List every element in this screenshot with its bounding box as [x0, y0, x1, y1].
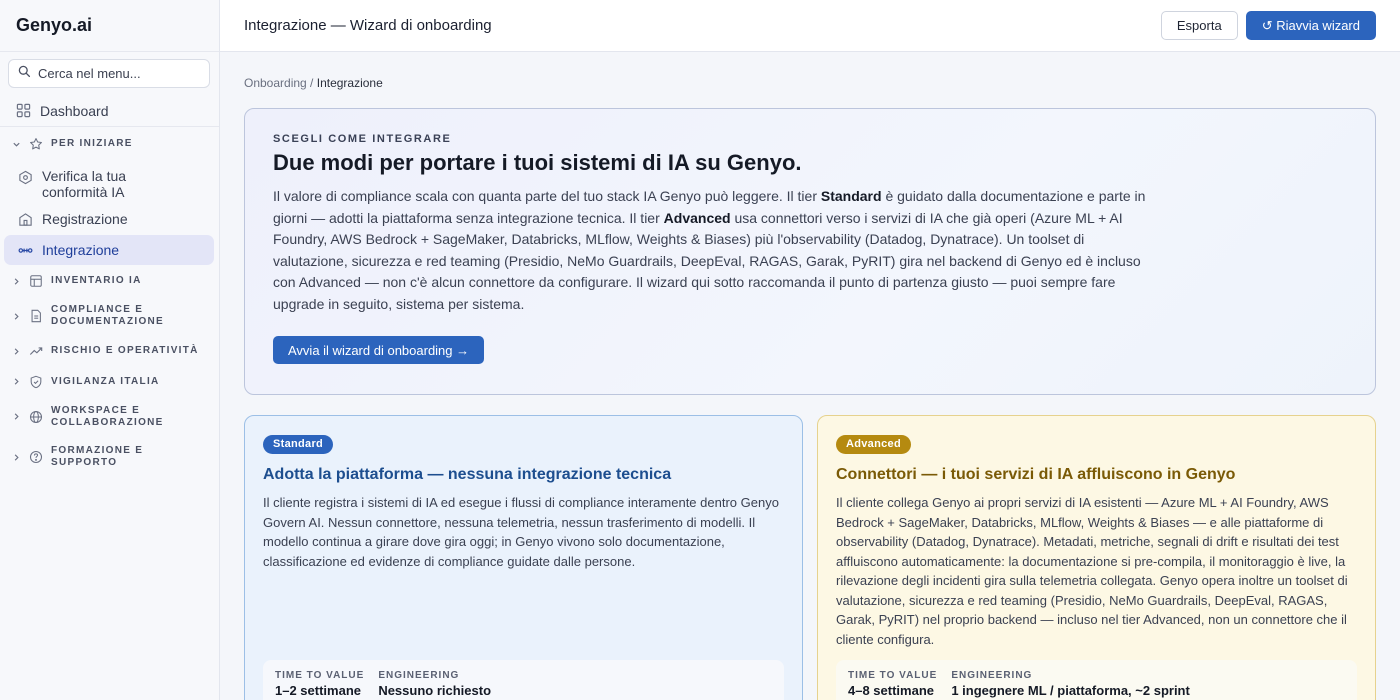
menu-search[interactable]: [8, 59, 210, 88]
sidebar-item-registrazione[interactable]: Registrazione: [0, 203, 219, 235]
card-title: Adotta la piattaforma — nessuna integraz…: [263, 466, 672, 483]
hero-title: Due modi per portare i tuoi sistemi di I…: [273, 150, 802, 175]
stat-label: TIME TO VALUE: [848, 670, 938, 681]
start-wizard-button[interactable]: Avvia il wizard di onboarding →: [273, 336, 485, 364]
integration-hero: SCEGLI COME INTEGRARE Due modi per porta…: [244, 108, 1376, 395]
breadcrumb-parent[interactable]: Onboarding: [244, 76, 307, 90]
chevron-right-icon: [12, 412, 21, 421]
section-vigilanza[interactable]: VIGILANZA ITALIA: [0, 367, 219, 396]
search-input[interactable]: [38, 66, 198, 81]
chevron-right-icon: [12, 347, 21, 356]
search-icon: [18, 65, 31, 83]
grid-icon: [16, 103, 31, 118]
engineering-stat: ENGINEERING Nessuno richiesto: [378, 670, 491, 700]
topbar: Integrazione — Wizard di onboarding Espo…: [220, 0, 1400, 52]
hero-description: Il valore di compliance scala con quanta…: [273, 188, 1146, 312]
table-icon: [29, 274, 43, 288]
section-label: RISCHIO E OPERATIVITÀ: [51, 345, 199, 356]
chevron-right-icon: [12, 453, 21, 462]
chevron-down-icon: [12, 140, 21, 149]
tier-cards: Standard Adotta la piattaforma — nessuna…: [244, 415, 1376, 700]
sidebar-item-label: Integrazione: [42, 242, 120, 258]
sidebar-nav: Dashboard PER INIZIARE Verifica la tua c…: [0, 97, 219, 477]
shield-check-icon: [18, 170, 33, 185]
section-inventario[interactable]: INVENTARIO IA: [0, 265, 219, 297]
stat-value: 1 ingegnere ML / piattaforma, ~2 sprint: [951, 683, 1190, 698]
stat-label: ENGINEERING: [951, 670, 1033, 681]
card-description: Il cliente collega Genyo ai propri servi…: [836, 495, 1348, 647]
advanced-tier-card[interactable]: Advanced Connettori — i tuoi servizi di …: [817, 415, 1376, 700]
page-title: Integrazione — Wizard di onboarding: [244, 17, 492, 34]
sidebar-item-integrazione[interactable]: Integrazione: [4, 235, 214, 265]
standard-tier-card[interactable]: Standard Adotta la piattaforma — nessuna…: [244, 415, 803, 700]
breadcrumb: Onboarding / Integrazione: [244, 76, 1376, 92]
document-icon: [29, 309, 43, 323]
star-icon: [29, 137, 43, 151]
section-label: VIGILANZA ITALIA: [51, 375, 160, 387]
sidebar: Genyo.ai Dashboard PER INIZIARE: [0, 0, 220, 700]
building-icon: [18, 212, 33, 227]
export-button[interactable]: Esporta: [1160, 11, 1238, 40]
card-stats: TIME TO VALUE 1–2 settimane ENGINEERING …: [263, 660, 784, 700]
sidebar-item-label: Dashboard: [40, 102, 109, 119]
card-title: Connettori — i tuoi servizi di IA afflui…: [836, 466, 1236, 483]
time-to-value-stat: TIME TO VALUE 1–2 settimane: [275, 670, 364, 700]
breadcrumb-separator: /: [306, 76, 317, 90]
section-rischio[interactable]: RISCHIO E OPERATIVITÀ: [0, 335, 219, 367]
section-formazione[interactable]: FORMAZIONE E SUPPORTO: [0, 437, 219, 477]
stat-value: Nessuno richiesto: [378, 683, 492, 698]
card-stats: TIME TO VALUE 4–8 settimane ENGINEERING …: [836, 660, 1357, 700]
link-icon: [18, 243, 33, 258]
section-per-iniziare[interactable]: PER INIZIARE: [0, 127, 219, 161]
time-to-value-stat: TIME TO VALUE 4–8 settimane: [848, 670, 937, 700]
engineering-stat: ENGINEERING 1 ingegnere ML / piattaforma…: [951, 670, 1190, 700]
stat-label: ENGINEERING: [378, 670, 460, 681]
chevron-right-icon: [12, 312, 21, 321]
section-label: PER INIZIARE: [51, 138, 133, 149]
stat-value: 4–8 settimane: [848, 683, 934, 698]
section-compliance[interactable]: COMPLIANCE E DOCUMENTAZIONE: [0, 297, 219, 335]
sidebar-item-label: Registrazione: [42, 211, 128, 227]
chevron-right-icon: [12, 277, 21, 286]
chevron-right-icon: [12, 377, 21, 386]
shield-icon: [29, 375, 43, 389]
hero-eyebrow: SCEGLI COME INTEGRARE: [273, 133, 452, 145]
brand-logo[interactable]: Genyo.ai: [0, 0, 219, 52]
section-label: WORKSPACE E COLLABORAZIONE: [51, 404, 164, 428]
section-label: COMPLIANCE E DOCUMENTAZIONE: [51, 304, 165, 327]
standard-badge: Standard: [263, 435, 334, 454]
section-label: FORMAZIONE E SUPPORTO: [51, 445, 144, 468]
help-icon: [29, 450, 43, 464]
restart-wizard-button[interactable]: ↺ Riavvia wizard: [1245, 11, 1376, 40]
globe-icon: [29, 410, 43, 424]
section-label: INVENTARIO IA: [51, 275, 142, 286]
stat-label: TIME TO VALUE: [275, 670, 365, 681]
sidebar-item-dashboard[interactable]: Dashboard: [0, 97, 219, 127]
main-content: Onboarding / Integrazione SCEGLI COME IN…: [244, 52, 1376, 700]
sidebar-item-verifica[interactable]: Verifica la tua conformità IA: [0, 161, 219, 203]
sidebar-item-label: Verifica la tua conformità IA: [42, 168, 127, 200]
stat-value: 1–2 settimane: [275, 683, 361, 698]
trend-icon: [29, 344, 43, 358]
section-workspace[interactable]: WORKSPACE E COLLABORAZIONE: [0, 396, 219, 437]
breadcrumb-current: Integrazione: [316, 76, 383, 90]
advanced-badge: Advanced: [836, 435, 911, 454]
card-description: Il cliente registra i sistemi di IA ed e…: [263, 495, 779, 569]
